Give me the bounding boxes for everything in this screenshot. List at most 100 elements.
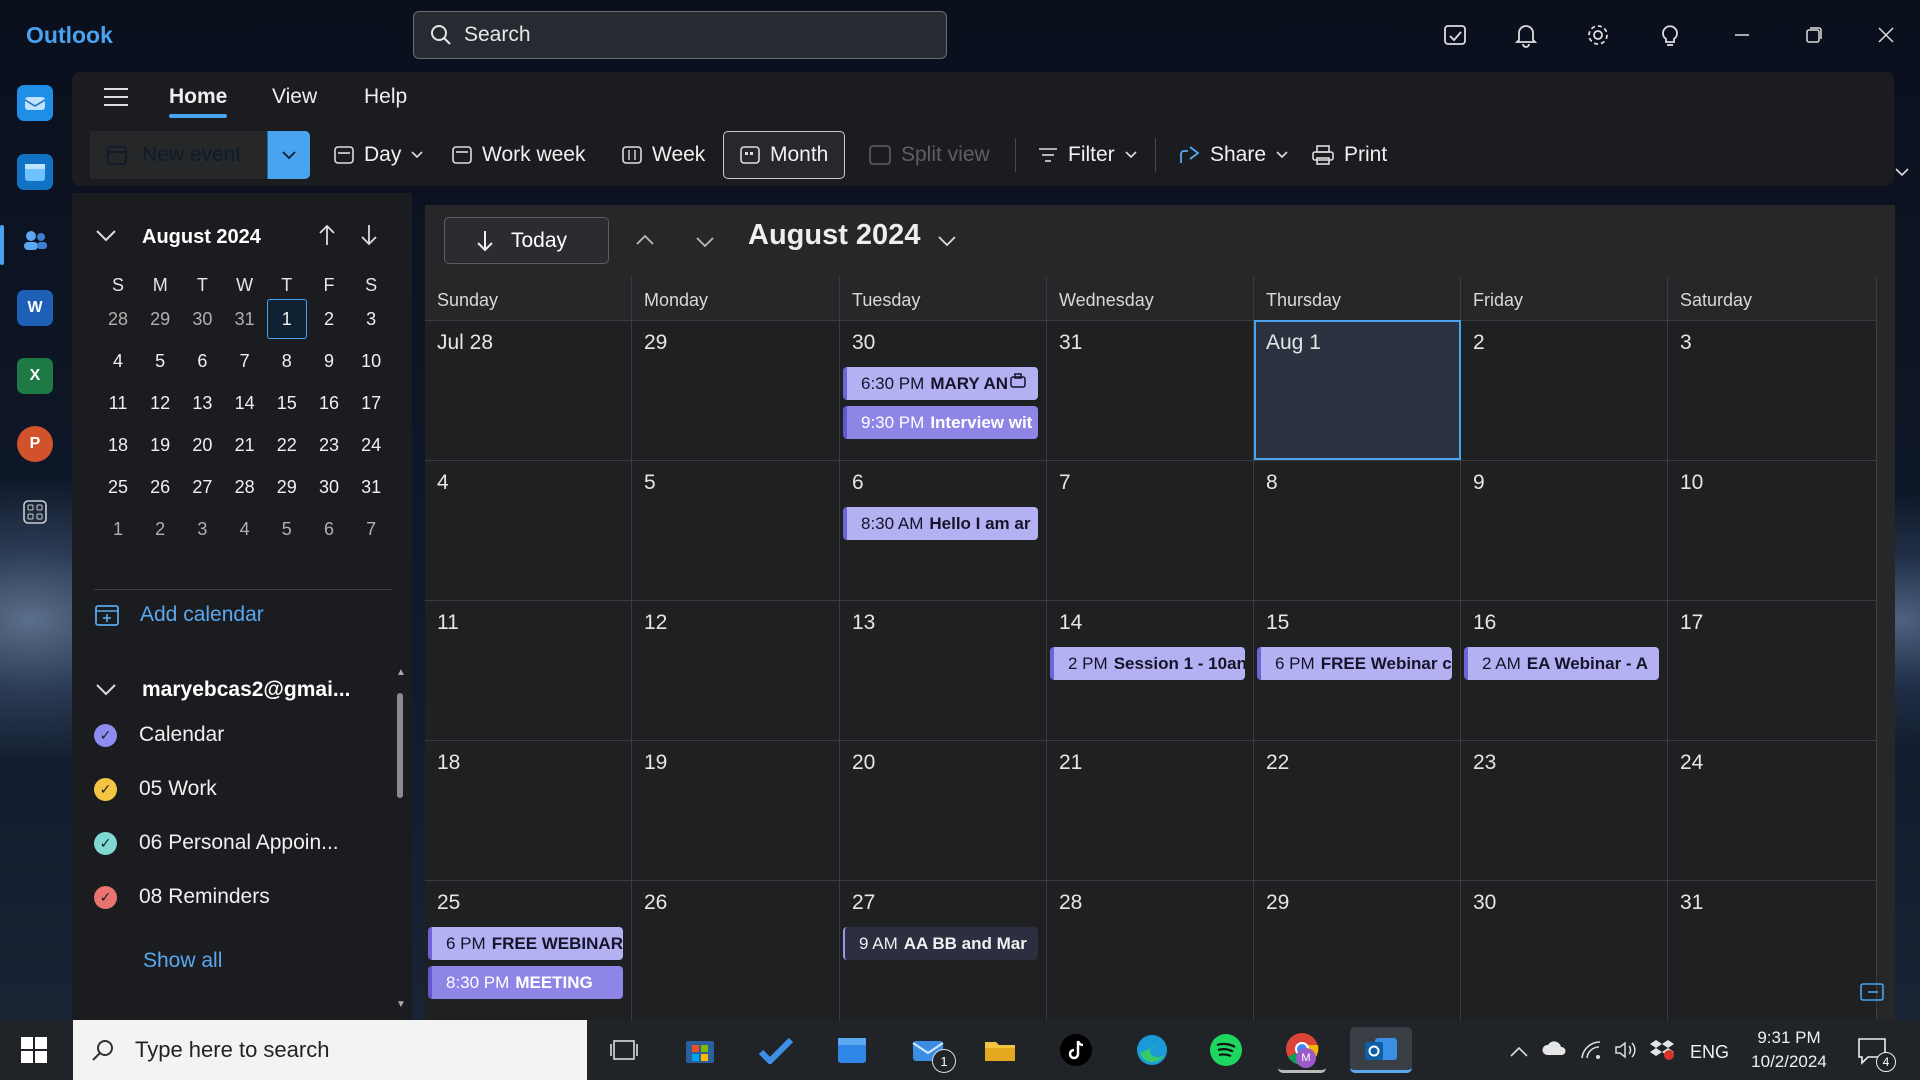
day-cell[interactable]: 18 (425, 740, 632, 880)
hamburger-icon[interactable] (102, 86, 130, 113)
day-cell[interactable]: 31 (1668, 880, 1877, 1020)
calendar-event[interactable]: 9:30 PM Interview wit (843, 406, 1038, 439)
collapse-minical-icon[interactable] (96, 229, 116, 247)
mini-calendar-day[interactable]: 3 (351, 299, 391, 339)
mini-calendar-day[interactable]: 21 (225, 425, 265, 465)
mini-calendar-day[interactable]: 24 (351, 425, 391, 465)
mini-calendar-day[interactable]: 17 (351, 383, 391, 423)
lightbulb-icon[interactable] (1653, 18, 1687, 52)
share-button[interactable]: Share (1178, 132, 1288, 178)
mini-calendar-day[interactable]: 30 (309, 467, 349, 507)
mini-calendar-day[interactable]: 13 (182, 383, 222, 423)
excel-icon[interactable]: X (17, 358, 53, 394)
restore-icon[interactable] (1797, 18, 1831, 52)
people-icon[interactable] (17, 222, 53, 258)
mini-calendar-day[interactable]: 30 (182, 299, 222, 339)
windows-start-icon[interactable] (20, 1036, 48, 1069)
onedrive-icon[interactable] (1542, 1040, 1568, 1061)
calendar-event[interactable]: 2 PM Session 1 - 10an (1050, 647, 1245, 680)
day-cell[interactable]: 29 (632, 320, 840, 460)
day-cell[interactable]: 20 (840, 740, 1047, 880)
pane-toggle-icon[interactable] (1852, 977, 1892, 1007)
mini-calendar-day[interactable]: 10 (351, 341, 391, 381)
mini-calendar-day[interactable]: 2 (140, 509, 180, 549)
day-cell[interactable]: 10 (1668, 460, 1877, 600)
day-cell[interactable]: 30 (1461, 880, 1668, 1020)
calendar-event[interactable]: 6:30 PM MARY AN (843, 367, 1038, 400)
language-indicator[interactable]: ENG (1690, 1042, 1729, 1063)
mini-calendar-day[interactable]: 15 (267, 383, 307, 423)
task-view-icon[interactable] (600, 1027, 648, 1073)
new-event-dropdown[interactable] (268, 150, 310, 160)
calendar-list-item[interactable]: ✓ 08 Reminders (94, 885, 270, 909)
day-cell[interactable]: 26 (632, 880, 840, 1020)
tab-home[interactable]: Home (169, 85, 227, 109)
today-button[interactable]: Today (444, 217, 609, 264)
calendar-event[interactable]: 6 PM FREE Webinar c (1257, 647, 1452, 680)
print-button[interactable]: Print (1312, 132, 1387, 178)
day-cell[interactable]: 19 (632, 740, 840, 880)
calendar-app-icon[interactable] (828, 1027, 876, 1073)
mini-calendar-day[interactable]: 1 (266, 299, 307, 339)
mini-calendar-day[interactable]: 28 (225, 467, 265, 507)
sidebar-scrollbar[interactable] (397, 693, 403, 798)
day-cell[interactable]: 24 (1668, 740, 1877, 880)
mini-next-icon[interactable] (360, 224, 378, 251)
mini-calendar-day[interactable]: 4 (98, 341, 138, 381)
day-cell[interactable]: 28 (1047, 880, 1254, 1020)
apps-icon[interactable] (17, 494, 53, 530)
mini-calendar-day[interactable]: 1 (98, 509, 138, 549)
month-picker-chevron-icon[interactable] (938, 234, 956, 252)
collapse-account-icon[interactable] (96, 683, 116, 701)
mini-calendar-day[interactable]: 26 (140, 467, 180, 507)
mini-prev-icon[interactable] (318, 224, 336, 251)
word-icon[interactable]: W (17, 290, 53, 326)
day-cell[interactable]: 11 (425, 600, 632, 740)
tiktok-icon[interactable] (1052, 1027, 1100, 1073)
mini-calendar-day[interactable]: 18 (98, 425, 138, 465)
mini-calendar-day[interactable]: 14 (225, 383, 265, 423)
calendar-event[interactable]: 8:30 PM MEETING (428, 966, 623, 999)
mini-calendar-day[interactable]: 22 (267, 425, 307, 465)
taskbar-search[interactable]: Type here to search (73, 1020, 587, 1080)
mini-calendar-day[interactable]: 28 (98, 299, 138, 339)
month-button[interactable]: Month (723, 131, 846, 179)
outlook-taskbar-icon[interactable] (1350, 1027, 1412, 1073)
mini-calendar-day[interactable]: 5 (267, 509, 307, 549)
mini-calendar-day[interactable]: 8 (267, 341, 307, 381)
mini-calendar-day[interactable]: 16 (309, 383, 349, 423)
day-cell[interactable]: 29 (1254, 880, 1461, 1020)
day-view-button[interactable]: Day (334, 132, 423, 178)
mini-calendar-day[interactable]: 2 (309, 299, 349, 339)
next-month-icon[interactable] (696, 235, 714, 253)
wifi-icon[interactable] (1580, 1040, 1602, 1065)
mini-calendar-day[interactable]: 6 (309, 509, 349, 549)
bell-icon[interactable] (1509, 18, 1543, 52)
day-cell[interactable]: 31 (1047, 320, 1254, 460)
add-calendar-link[interactable]: Add calendar (94, 603, 264, 627)
mini-calendar-day[interactable]: 6 (182, 341, 222, 381)
clock[interactable]: 9:31 PM 10/2/2024 (1746, 1026, 1832, 1074)
mini-calendar-day[interactable]: 11 (98, 383, 138, 423)
mini-calendar-day[interactable]: 31 (351, 467, 391, 507)
dropbox-icon[interactable] (1650, 1038, 1674, 1065)
mini-calendar-day[interactable]: 29 (140, 299, 180, 339)
scroll-up-icon[interactable]: ▲ (396, 667, 406, 678)
file-explorer-icon[interactable] (976, 1027, 1024, 1073)
day-cell[interactable]: 21 (1047, 740, 1254, 880)
mini-calendar-day[interactable]: 31 (225, 299, 265, 339)
ms-store-icon[interactable] (676, 1027, 724, 1073)
day-cell[interactable]: Aug 1 (1254, 320, 1461, 460)
calendar-event[interactable]: 6 PM FREE WEBINAR (428, 927, 623, 960)
scroll-down-icon[interactable]: ▼ (396, 999, 406, 1010)
mini-calendar-day[interactable]: 7 (225, 341, 265, 381)
calendar-list-item[interactable]: ✓ 06 Personal Appoin... (94, 831, 339, 855)
mini-calendar-day[interactable]: 19 (140, 425, 180, 465)
search-box[interactable]: Search (413, 11, 947, 59)
calendar-event[interactable]: 2 AM EA Webinar - A (1464, 647, 1659, 680)
day-cell[interactable]: 17 (1668, 600, 1877, 740)
mini-calendar-day[interactable]: 12 (140, 383, 180, 423)
day-cell[interactable]: 4 (425, 460, 632, 600)
todo-icon[interactable] (1438, 18, 1472, 52)
mini-calendar-day[interactable]: 27 (182, 467, 222, 507)
